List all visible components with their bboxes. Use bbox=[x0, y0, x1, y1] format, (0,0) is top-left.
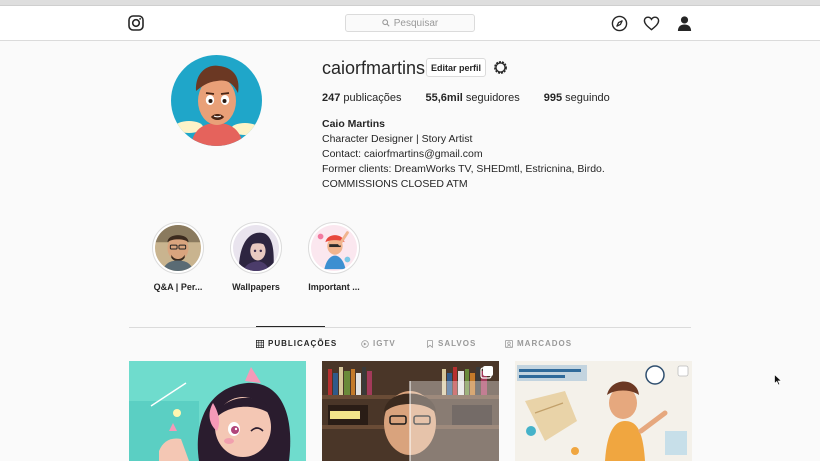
tab-marcados[interactable]: MARCADOS bbox=[505, 339, 572, 348]
post-illustration-girl[interactable] bbox=[129, 361, 306, 461]
post-photo-half-face[interactable] bbox=[322, 361, 499, 461]
tagged-icon bbox=[505, 339, 513, 348]
followers-label: seguidores bbox=[465, 92, 520, 104]
compass-icon[interactable] bbox=[611, 15, 628, 32]
grid-icon bbox=[256, 339, 264, 348]
tab-label: SALVOS bbox=[438, 339, 477, 348]
following-stat[interactable]: 995 seguindo bbox=[544, 92, 610, 104]
following-label: seguindo bbox=[565, 92, 610, 104]
profile-stats: 247 publicações 55,6mil seguidores 995 s… bbox=[322, 92, 610, 104]
gear-icon[interactable] bbox=[492, 59, 509, 76]
edit-profile-button[interactable]: Editar perfil bbox=[426, 58, 486, 77]
bio-line-contact: Contact: caiorfmartins@gmail.com bbox=[322, 148, 483, 160]
heart-icon[interactable] bbox=[643, 15, 660, 32]
profile-username: caiorfmartins bbox=[322, 58, 426, 78]
search-input[interactable]: Pesquisar bbox=[345, 14, 475, 32]
highlight-important[interactable]: Important ... bbox=[299, 222, 369, 292]
following-count: 995 bbox=[543, 92, 563, 104]
followers-count: 55,6mil bbox=[425, 92, 463, 104]
mouse-cursor-icon bbox=[774, 374, 783, 386]
tab-label: IGTV bbox=[373, 339, 396, 348]
bio-line-role: Character Designer | Story Artist bbox=[322, 133, 473, 145]
igtv-icon bbox=[361, 339, 369, 348]
active-tab-indicator bbox=[256, 326, 325, 327]
followers-stat[interactable]: 55,6mil seguidores bbox=[426, 92, 520, 104]
profile-avatar[interactable] bbox=[171, 55, 262, 146]
tabs-divider bbox=[129, 327, 691, 328]
search-placeholder: Pesquisar bbox=[393, 17, 439, 29]
posts-count: 247 bbox=[322, 92, 341, 104]
highlight-qa[interactable]: Q&A | Per... bbox=[143, 222, 213, 292]
highlight-wallpapers[interactable]: Wallpapers bbox=[221, 222, 291, 292]
bio-line-clients: Former clients: DreamWorks TV, SHEDmtl, … bbox=[322, 163, 605, 175]
instagram-icon[interactable] bbox=[128, 15, 144, 31]
user-icon[interactable] bbox=[676, 15, 693, 32]
top-navbar: Pesquisar bbox=[0, 6, 820, 41]
highlight-ring bbox=[230, 222, 282, 274]
profile-bio: Caio Martins Character Designer | Story … bbox=[322, 117, 605, 192]
highlight-label: Q&A | Per... bbox=[153, 282, 203, 292]
tab-label: PUBLICAÇÕES bbox=[268, 339, 338, 348]
highlight-label: Wallpapers bbox=[232, 282, 280, 292]
search-icon bbox=[382, 19, 390, 27]
bio-name: Caio Martins bbox=[322, 118, 386, 130]
tab-salvos[interactable]: SALVOS bbox=[426, 339, 476, 348]
highlight-label: Important ... bbox=[308, 282, 360, 292]
post-illustration-event[interactable] bbox=[515, 361, 692, 461]
bio-line-commissions: COMMISSIONS CLOSED ATM bbox=[322, 178, 468, 190]
tab-igtv[interactable]: IGTV bbox=[361, 339, 396, 348]
posts-label: publicações bbox=[343, 92, 402, 104]
tab-publicacoes[interactable]: PUBLICAÇÕES bbox=[256, 339, 337, 348]
bookmark-icon bbox=[427, 339, 433, 348]
tab-label: MARCADOS bbox=[517, 339, 573, 348]
highlight-ring bbox=[152, 222, 204, 274]
highlight-ring bbox=[308, 222, 360, 274]
posts-stat[interactable]: 247 publicações bbox=[322, 92, 402, 104]
